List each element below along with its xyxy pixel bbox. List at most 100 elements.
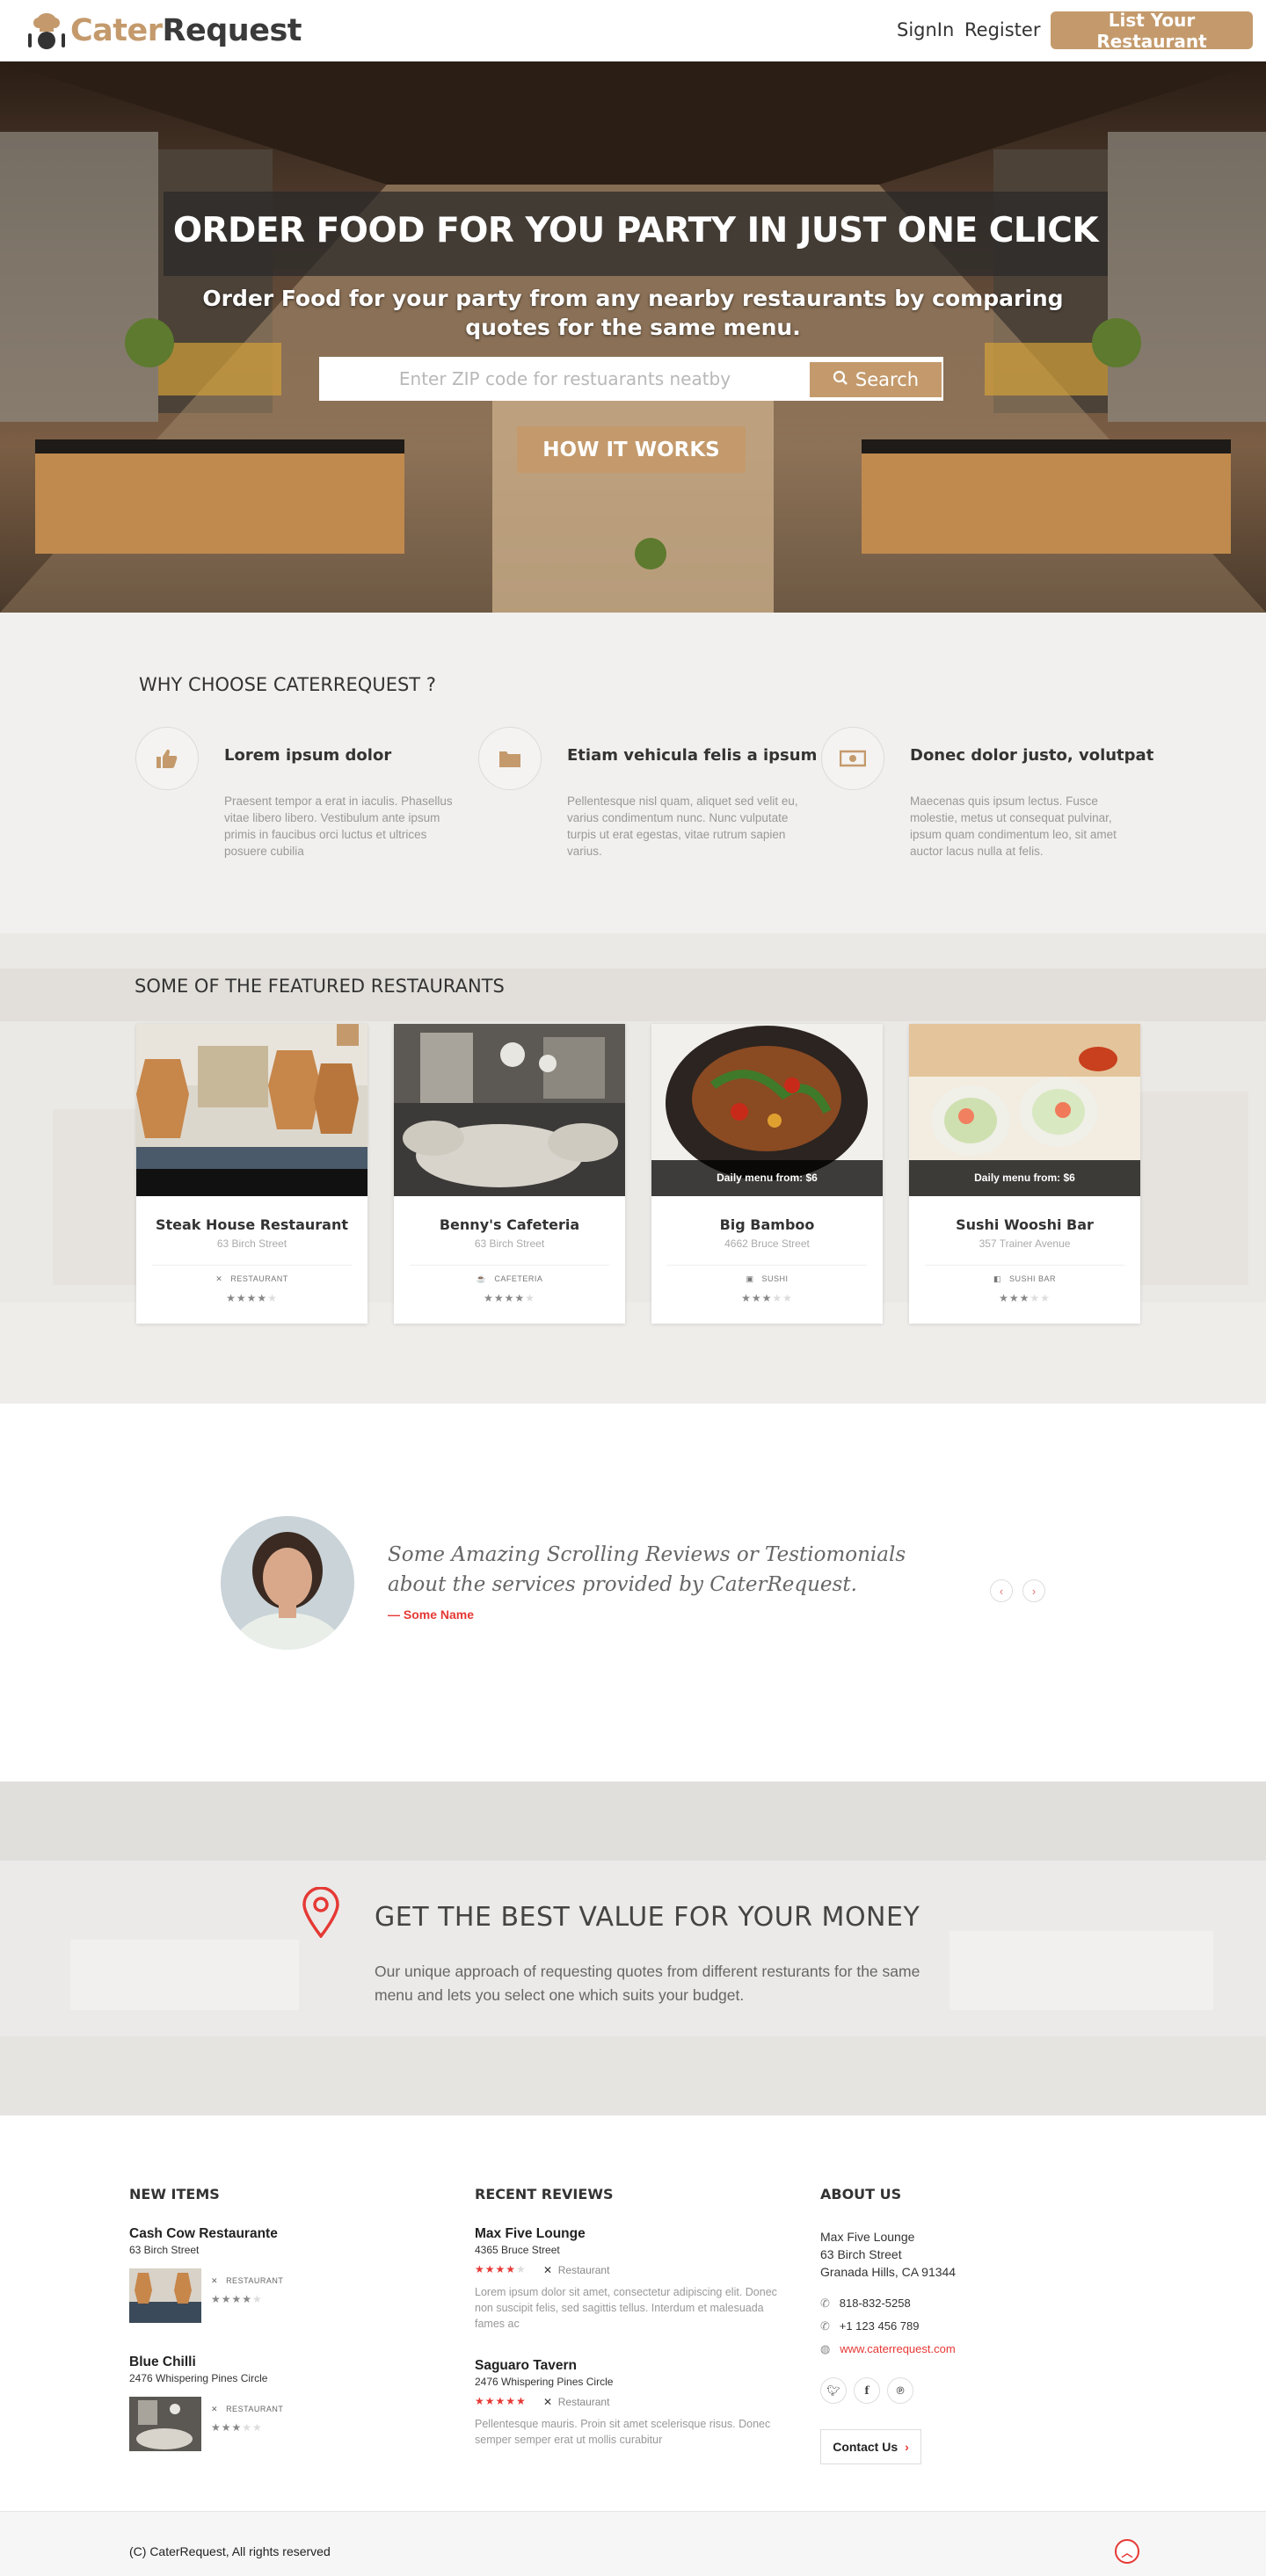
sushi-icon: ▣ <box>746 1274 754 1283</box>
testimonial-quote: Some Amazing Scrolling Reviews or Testio… <box>388 1543 906 1596</box>
new-item-name[interactable]: Cash Cow Restaurante <box>129 2226 278 2242</box>
restaurant-photo <box>136 1024 367 1196</box>
rating-stars: ★★★★★ <box>211 2421 263 2434</box>
restaurant-name: Sushi Wooshi Bar <box>956 1216 1094 1233</box>
review-restaurant-name[interactable]: Saguaro Tavern <box>475 2358 577 2374</box>
review-category: ✕ Restaurant <box>543 2264 610 2276</box>
logo[interactable]: CaterRequest <box>26 9 302 53</box>
restaurant-photo <box>394 1024 625 1196</box>
restaurant-category: ▣ SUSHI <box>746 1274 789 1283</box>
feature-1-text: Praesent tempor a erat in iaculis. Phase… <box>224 795 453 858</box>
twitter-icon[interactable]: 🐦︎ <box>820 2377 847 2404</box>
divider <box>925 1265 1124 1266</box>
rating-stars: ★★★★★ <box>484 1292 535 1304</box>
divider <box>152 1265 352 1266</box>
value-heading: GET THE BEST VALUE FOR YOUR MONEY <box>375 1902 920 1933</box>
chef-hat-icon <box>26 11 67 51</box>
logo-text: CaterRequest <box>70 13 302 48</box>
restaurant-card[interactable]: Steak House Restaurant 63 Birch Street ✕… <box>136 1024 367 1324</box>
new-item-address: 2476 Whispering Pines Circle <box>129 2372 268 2384</box>
restaurant-category: ✕ RESTAURANT <box>215 1274 288 1283</box>
about-line: 63 Birch Street <box>820 2247 902 2261</box>
facebook-icon[interactable]: f <box>854 2377 880 2404</box>
bottom-bar: (C) CaterRequest, All rights reserved ︿ <box>0 2511 1266 2576</box>
restaurant-card[interactable]: Daily menu from: $6 Big Bamboo 4662 Bruc… <box>651 1024 883 1324</box>
fork-knife-icon: ✕ <box>211 2276 219 2285</box>
zip-search-form: Search <box>319 357 943 401</box>
new-item-thumbnail[interactable] <box>129 2397 201 2451</box>
folder-icon <box>478 727 542 790</box>
review-address: 2476 Whispering Pines Circle <box>475 2376 614 2388</box>
new-item-category: ✕ RESTAURANT <box>211 2405 284 2413</box>
search-icon <box>833 369 848 390</box>
sushi-bar-icon: ◧ <box>993 1274 1001 1283</box>
footer: NEW ITEMS Cash Cow Restaurante 63 Birch … <box>0 2115 1266 2511</box>
rating-stars: ★★★★★ <box>226 1292 278 1304</box>
list-restaurant-button[interactable]: List Your Restaurant <box>1051 10 1253 52</box>
featured-heading: SOME OF THE FEATURED RESTAURANTS <box>135 976 505 997</box>
review-address: 4365 Bruce Street <box>475 2244 560 2256</box>
value-text: Our unique approach of requesting quotes… <box>375 1963 920 2004</box>
about-line: Max Five Lounge <box>820 2230 915 2244</box>
phone-1: ✆ 818-832-5258 <box>820 2297 911 2310</box>
site-header: CaterRequest SignIn Register List Your R… <box>0 0 1266 62</box>
new-item-category: ✕ RESTAURANT <box>211 2276 284 2285</box>
restaurant-category: ◧ SUSHI BAR <box>993 1274 1057 1283</box>
scroll-to-top-icon[interactable]: ︿ <box>1115 2539 1139 2564</box>
how-it-works-button[interactable]: HOW IT WORKS <box>517 426 746 473</box>
chevron-right-icon[interactable]: › <box>1022 1579 1045 1602</box>
hero-subtitle: Order Food for your party from any nearb… <box>202 286 1064 340</box>
feature-1-title: Lorem ipsum dolor <box>224 746 392 765</box>
new-item-name[interactable]: Blue Chilli <box>129 2355 196 2370</box>
zip-search-input[interactable] <box>321 359 809 399</box>
feature-3-title: Donec dolor justo, volutpat <box>910 746 1154 765</box>
chevron-left-icon[interactable]: ‹ <box>990 1579 1013 1602</box>
divider <box>667 1265 867 1266</box>
divider <box>410 1265 609 1266</box>
register-link[interactable]: Register <box>964 19 1040 40</box>
featured-restaurants-section: SOME OF THE FEATURED RESTAURANTS Steak H… <box>0 933 1266 1404</box>
map-pin-icon <box>302 1886 340 1942</box>
restaurant-photo <box>909 1024 1140 1196</box>
money-icon <box>821 727 884 790</box>
restaurant-card[interactable]: Benny's Cafeteria 63 Birch Street ☕ CAFE… <box>394 1024 625 1324</box>
feature-2-title: Etiam vehicula felis a ipsum <box>567 746 818 765</box>
review-text: Lorem ipsum dolor sit amet, consectetur … <box>475 2286 777 2330</box>
search-button[interactable]: Search <box>810 362 942 397</box>
restaurant-address: 63 Birch Street <box>216 1237 287 1250</box>
fork-knife-icon: ✕ <box>211 2405 219 2413</box>
rating-stars: ★★★★★ <box>475 2263 527 2275</box>
phone-icon: ✆ <box>820 2297 830 2310</box>
fork-knife-icon: ✕ <box>543 2264 553 2276</box>
copyright: (C) CaterRequest, All rights reserved <box>129 2544 331 2558</box>
avatar <box>221 1516 354 1650</box>
rating-stars: ★★★★★ <box>999 1292 1051 1304</box>
search-button-label: Search <box>855 369 920 390</box>
restaurant-address: 357 Trainer Avenue <box>979 1237 1071 1250</box>
rating-stars: ★★★★★ <box>211 2293 263 2305</box>
rating-stars: ★★★★★ <box>475 2395 527 2407</box>
new-items-heading: NEW ITEMS <box>129 2186 220 2202</box>
restaurant-card[interactable]: Daily menu from: $6 Sushi Wooshi Bar 357… <box>909 1024 1140 1324</box>
review-restaurant-name[interactable]: Max Five Lounge <box>475 2226 586 2242</box>
new-item-address: 63 Birch Street <box>129 2244 200 2256</box>
review-category: ✕ Restaurant <box>543 2396 610 2408</box>
daily-menu-tag: Daily menu from: $6 <box>717 1172 818 1184</box>
hero-title: ORDER FOOD FOR YOU PARTY IN JUST ONE CLI… <box>172 211 1099 250</box>
pinterest-icon[interactable]: ℗ <box>887 2377 913 2404</box>
restaurant-address: 4662 Bruce Street <box>724 1237 810 1250</box>
about-heading: ABOUT US <box>820 2186 902 2202</box>
testimonial-section: Some Amazing Scrolling Reviews or Testio… <box>0 1404 1266 1781</box>
feature-3-text: Maecenas quis ipsum lectus. Fusce molest… <box>910 795 1117 858</box>
about-line: Granada Hills, CA 91344 <box>820 2265 957 2279</box>
restaurant-name: Big Bamboo <box>719 1216 815 1233</box>
contact-us-button[interactable]: Contact Us › <box>820 2429 921 2464</box>
recent-reviews-heading: RECENT REVIEWS <box>475 2186 614 2202</box>
restaurant-address: 63 Birch Street <box>474 1237 545 1250</box>
restaurant-category: ☕ CAFETERIA <box>476 1274 543 1283</box>
website-link[interactable]: www.caterrequest.com <box>840 2342 956 2355</box>
new-item-thumbnail[interactable] <box>129 2268 201 2323</box>
signin-link[interactable]: SignIn <box>897 19 954 40</box>
coffee-cup-icon: ☕ <box>476 1274 487 1283</box>
fork-knife-icon: ✕ <box>543 2396 553 2408</box>
